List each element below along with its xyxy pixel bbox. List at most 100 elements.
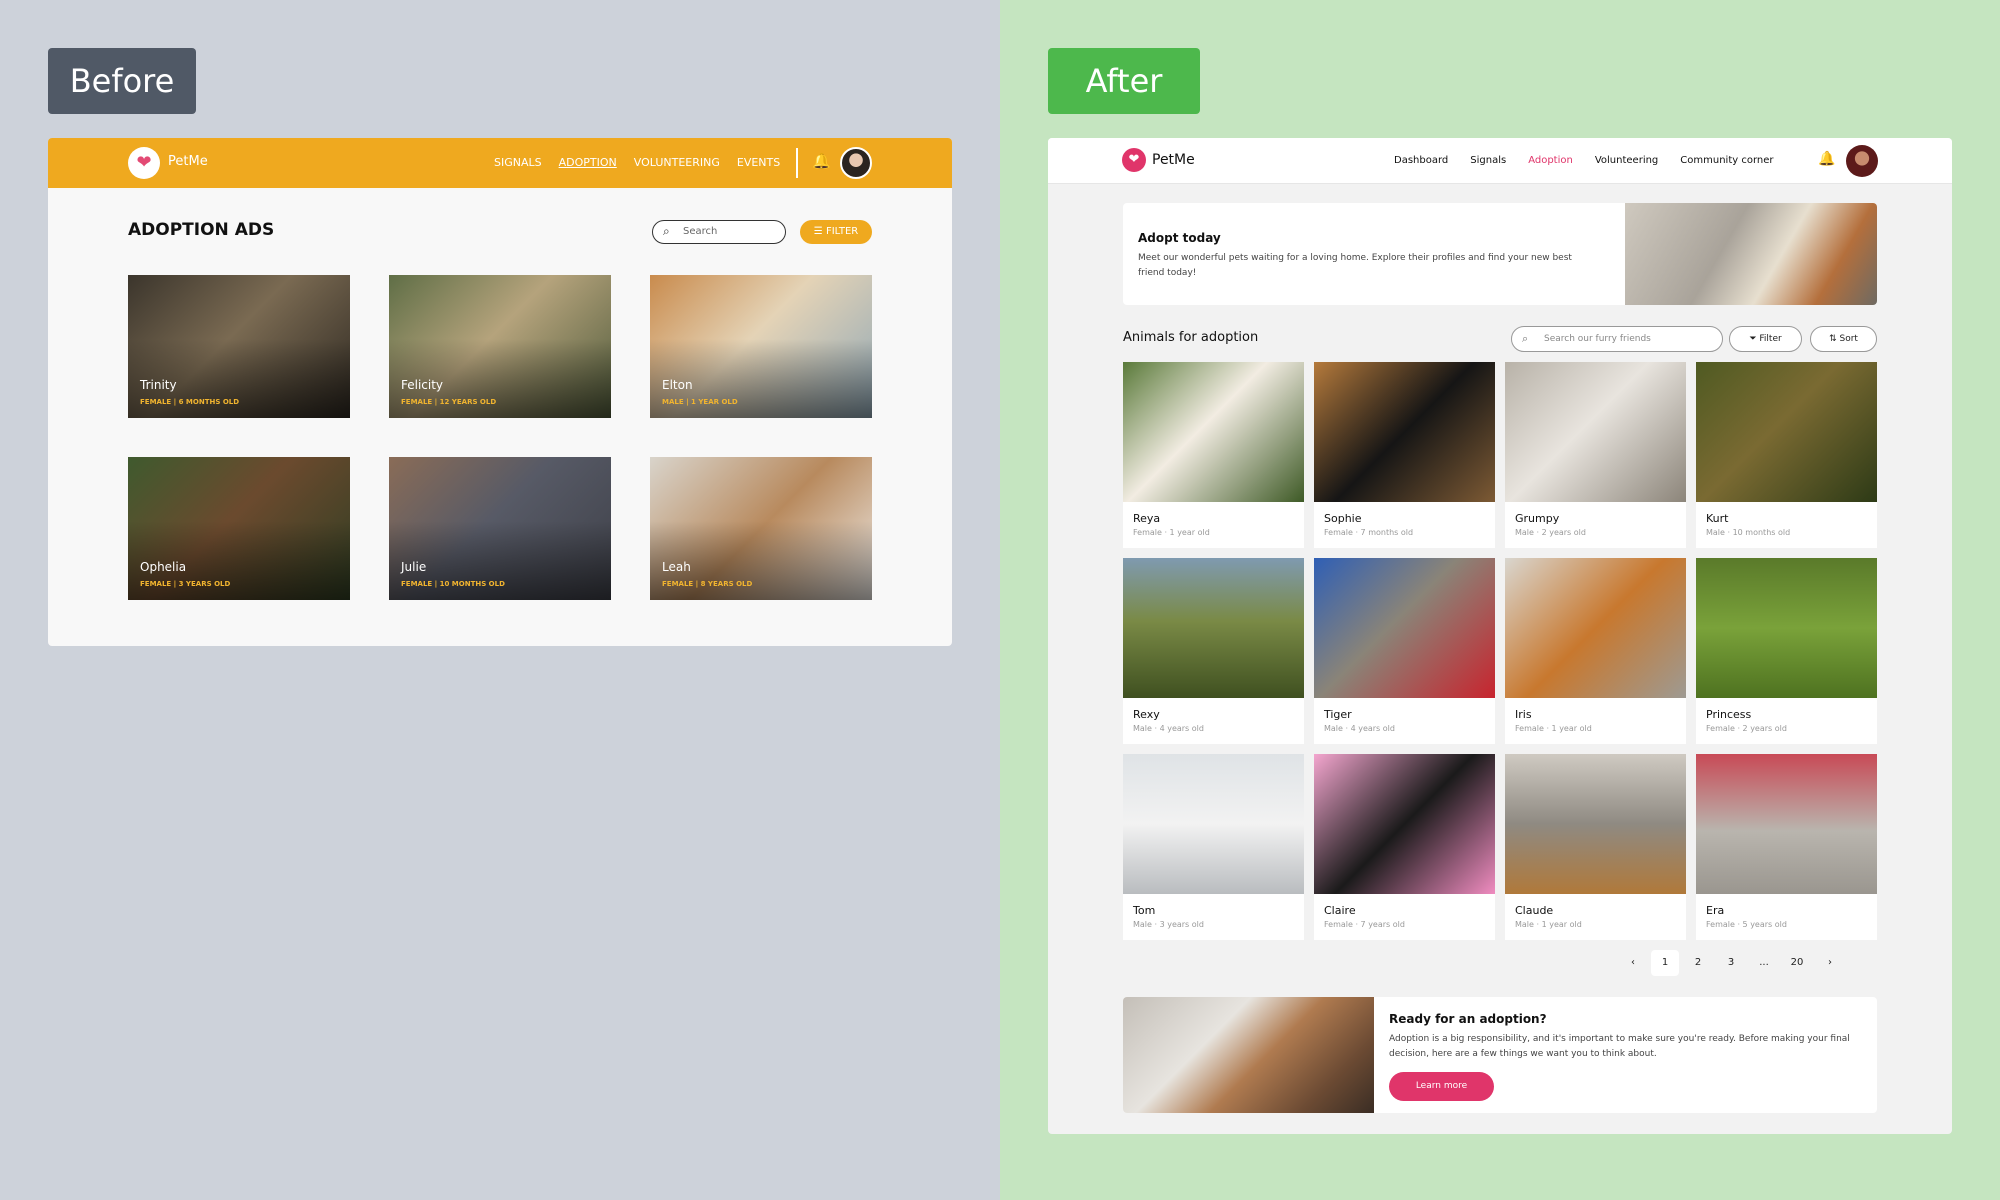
page-2[interactable]: 2 [1684,950,1712,976]
search-placeholder: Search our furry friends [1544,334,1651,344]
cta-text: Adoption is a big responsibility, and it… [1389,1034,1850,1059]
sleeping-dog-photo [1625,203,1877,305]
sort-button[interactable]: ⇅ Sort [1810,326,1877,352]
nav-community-corner[interactable]: Community corner [1680,155,1773,166]
after-label: After [1048,48,1200,114]
pet-meta: Male · 4 years old [1324,724,1395,733]
page-3[interactable]: 3 [1717,950,1745,976]
section-title: Animals for adoption [1123,330,1259,345]
pet-name: Sophie [1324,512,1362,525]
paw-logo-icon[interactable]: ❤ [128,147,160,179]
nav-events[interactable]: EVENTS [737,156,780,169]
pet-name: Trinity [140,378,177,392]
pet-card[interactable]: Kurt Male · 10 months old [1696,362,1877,548]
adopt-today-banner: Adopt today Meet our wonderful pets wait… [1123,203,1877,305]
bell-icon[interactable]: 🔔 [1818,151,1835,167]
filter-button[interactable]: ☰ FILTER [800,220,872,244]
sort-label: Sort [1839,334,1858,344]
search-input[interactable]: ⌕ Search [652,220,786,244]
nav-volunteering[interactable]: Volunteering [1595,155,1658,166]
page-1[interactable]: 1 [1651,950,1679,976]
learn-more-button[interactable]: Learn more [1389,1072,1494,1101]
pet-card[interactable]: Sophie Female · 7 months old [1314,362,1495,548]
pet-name: Felicity [401,378,444,392]
pet-card[interactable]: Felicity FEMALE | 12 YEARS OLD [389,275,611,418]
next-page-icon[interactable]: › [1816,950,1844,976]
search-icon: ⌕ [663,224,670,238]
pet-name: Leah [662,560,691,574]
pet-card[interactable]: Claude Male · 1 year old [1505,754,1686,940]
pet-meta: Male · 2 years old [1515,528,1586,537]
pet-card[interactable]: Grumpy Male · 2 years old [1505,362,1686,548]
nav-volunteering[interactable]: VOLUNTEERING [634,156,720,169]
cta-title: Ready for an adoption? [1389,1012,1547,1026]
page-20[interactable]: 20 [1783,950,1811,976]
sort-icon: ⇅ [1829,334,1837,344]
pet-card[interactable]: Claire Female · 7 years old [1314,754,1495,940]
pet-photo [1696,362,1877,502]
pet-card[interactable]: Tiger Male · 4 years old [1314,558,1495,744]
pet-name: Kurt [1706,512,1729,525]
pet-card[interactable]: Era Female · 5 years old [1696,754,1877,940]
page-ellipsis: ... [1759,957,1769,968]
filter-button[interactable]: ⏷ Filter [1729,326,1802,352]
pet-name: Elton [662,378,693,392]
search-input[interactable]: ⌕ Search our furry friends [1511,326,1723,352]
pet-card[interactable]: Trinity FEMALE | 6 MONTHS OLD [128,275,350,418]
pet-photo [1123,754,1304,894]
brand-name[interactable]: PetMe [1152,152,1195,168]
pet-meta: FEMALE | 12 YEARS OLD [401,398,497,406]
pet-meta: FEMALE | 3 YEARS OLD [140,580,231,588]
pet-card[interactable]: Ophelia FEMALE | 3 YEARS OLD [128,457,350,600]
pet-photo [1505,558,1686,698]
brand-name[interactable]: PetMe [168,154,208,169]
page-title: ADOPTION ADS [128,220,275,240]
pet-card[interactable]: Elton MALE | 1 YEAR OLD [650,275,872,418]
prev-page-icon[interactable]: ‹ [1619,950,1647,976]
paw-logo-icon[interactable]: ❤ [1122,148,1146,172]
adoption-cta: Ready for an adoption? Adoption is a big… [1123,997,1877,1113]
pet-photo [1696,754,1877,894]
after-navbar: ❤ PetMe Dashboard Signals Adoption Volun… [1048,138,1952,184]
nav-adoption[interactable]: ADOPTION [559,156,617,169]
pet-card[interactable]: Reya Female · 1 year old [1123,362,1304,548]
pet-name: Ophelia [140,560,187,574]
pet-name: Tiger [1324,708,1352,721]
pet-photo [1505,362,1686,502]
pet-meta: Female · 1 year old [1133,528,1210,537]
pet-meta: Male · 3 years old [1133,920,1204,929]
pet-name: Grumpy [1515,512,1560,525]
banner-title: Adopt today [1138,231,1221,245]
avatar[interactable] [840,147,872,179]
pet-name: Princess [1706,708,1752,721]
search-placeholder: Search [683,226,718,237]
nav-links: SIGNALS ADOPTION VOLUNTEERING EVENTS [494,156,780,169]
nav-adoption[interactable]: Adoption [1528,155,1573,166]
pet-meta: Male · 10 months old [1706,528,1791,537]
pet-card[interactable]: Tom Male · 3 years old [1123,754,1304,940]
nav-signals[interactable]: Signals [1470,155,1506,166]
pet-meta: FEMALE | 10 MONTHS OLD [401,580,505,588]
pet-photo [1505,754,1686,894]
pet-photo [1314,754,1495,894]
filter-label: FILTER [825,226,859,237]
pet-card[interactable]: Leah FEMALE | 8 YEARS OLD [650,457,872,600]
pet-card[interactable]: Julie FEMALE | 10 MONTHS OLD [389,457,611,600]
pet-meta: Female · 5 years old [1706,920,1787,929]
pet-card[interactable]: Rexy Male · 4 years old [1123,558,1304,744]
pet-photo [1314,558,1495,698]
pet-photo [1314,362,1495,502]
pet-meta: Female · 2 years old [1706,724,1787,733]
search-icon: ⌕ [1522,332,1529,345]
pet-card[interactable]: Iris Female · 1 year old [1505,558,1686,744]
avatar[interactable] [1846,145,1878,177]
nav-dashboard[interactable]: Dashboard [1394,155,1448,166]
before-screen: ❤ PetMe SIGNALS ADOPTION VOLUNTEERING EV… [48,138,952,646]
pet-name: Claire [1324,904,1356,917]
nav-signals[interactable]: SIGNALS [494,156,542,169]
bell-icon[interactable]: 🔔 [812,152,831,170]
pet-card[interactable]: Princess Female · 2 years old [1696,558,1877,744]
pet-photo [1696,558,1877,698]
pet-meta: FEMALE | 6 MONTHS OLD [140,398,240,406]
pet-name: Reya [1133,512,1161,525]
